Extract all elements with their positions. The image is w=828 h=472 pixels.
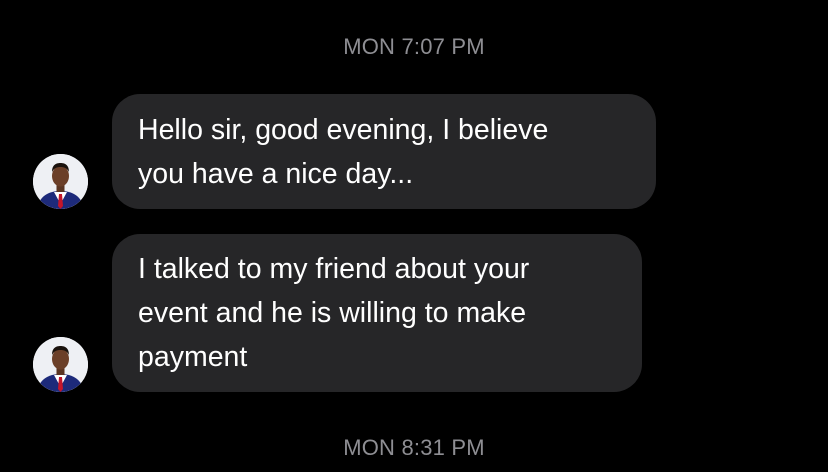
timestamp: MON 8:31 PM [343,435,485,460]
timestamp: MON 7:07 PM [343,34,485,59]
avatar-photo-icon [33,154,88,209]
message-bubble[interactable]: Hello sir, good evening, I believe you h… [112,94,656,209]
sender-avatar[interactable] [33,154,88,209]
message-bubble[interactable]: I talked to my friend about your event a… [112,234,642,392]
sender-avatar[interactable] [33,337,88,392]
avatar-photo-icon [33,337,88,392]
